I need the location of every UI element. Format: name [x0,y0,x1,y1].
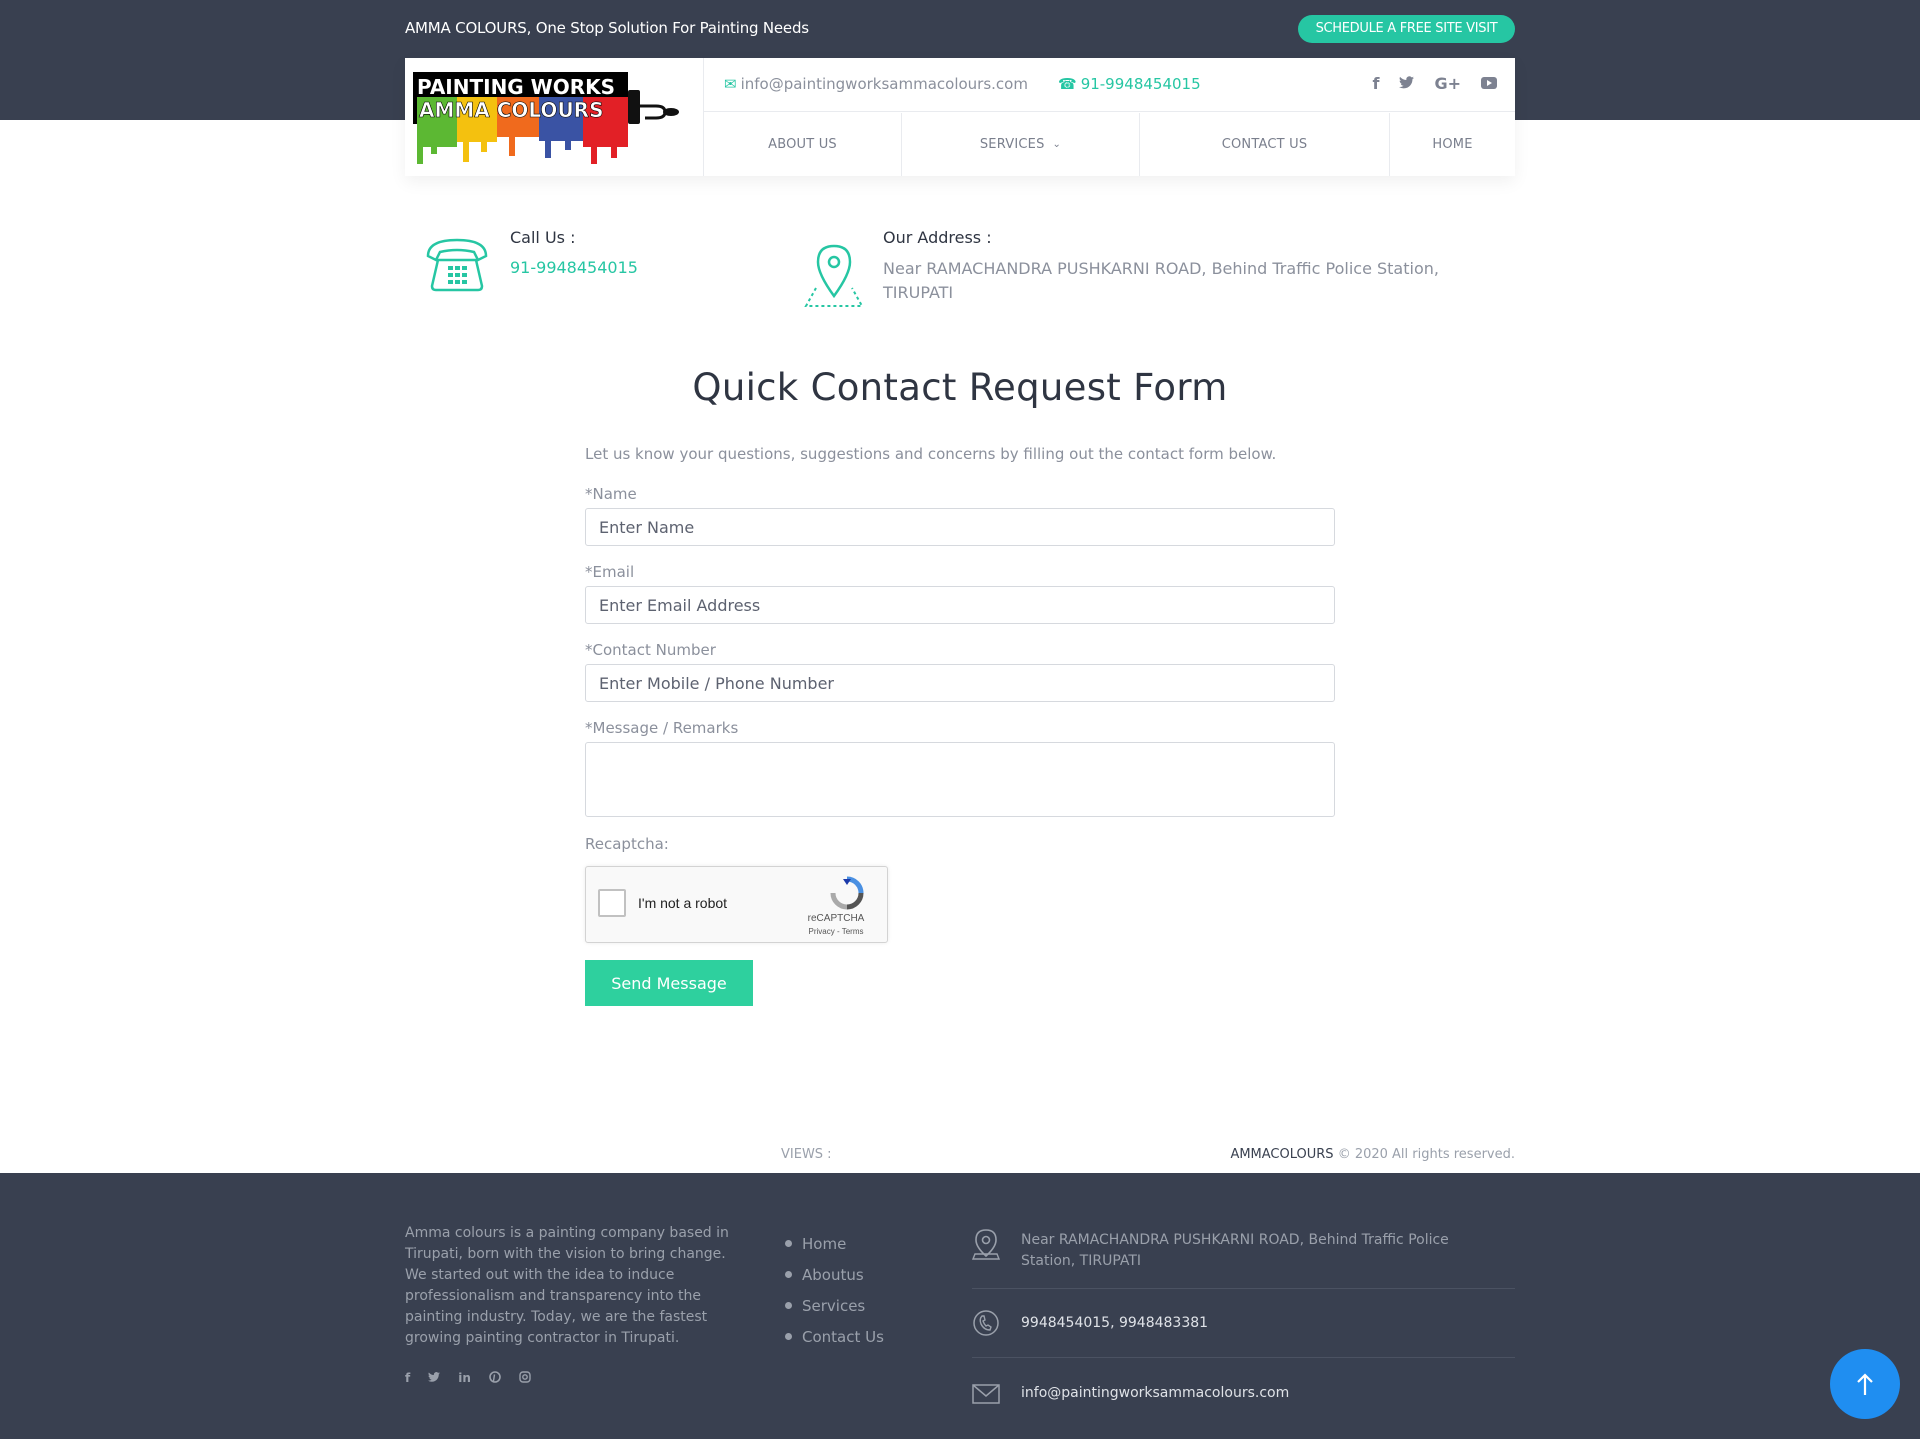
nav-services[interactable]: SERVICES ⌄ [902,113,1140,176]
nav-home-label: HOME [1432,137,1473,152]
top-tagline: AMMA COLOURS, One Stop Solution For Pain… [405,19,809,37]
site-header: PAINTING WORKS AMMA COLOURS ✉ info@painti… [405,58,1515,176]
site-logo[interactable]: PAINTING WORKS AMMA COLOURS [413,72,683,168]
main-nav: ABOUT US SERVICES ⌄ CONTACT US HOME [704,113,1515,176]
nav-services-label: SERVICES [979,137,1045,152]
email-input[interactable] [585,586,1335,624]
email-label: *Email [585,563,635,581]
nav-about-us[interactable]: ABOUT US [704,113,902,176]
contact-number-input[interactable] [585,664,1335,702]
bullet-icon [785,1271,792,1278]
recaptcha-brand: reCAPTCHA [807,913,865,924]
map-pin-icon [972,1229,1000,1260]
nav-contact-us-label: CONTACT US [1221,137,1308,152]
header-phone-text: 91-9948454015 [1080,75,1201,93]
facebook-icon[interactable]: f [1372,74,1379,93]
name-label: *Name [585,485,637,503]
footer-about-text: Amma colours is a painting company based… [405,1225,729,1346]
header-contact-row: ✉ info@paintingworksammacolours.com ☎ 91-9… [704,58,1515,112]
footer-link-label: Aboutus [802,1265,864,1284]
schedule-visit-button[interactable]: SCHEDULE A FREE SITE VISIT [1298,15,1515,43]
our-address-text: Near RAMACHANDRA PUSHKARNI ROAD, Behind … [883,259,1439,302]
footer-divider [972,1357,1515,1358]
google-plus-icon[interactable]: G+ [1434,74,1461,93]
youtube-icon[interactable] [1481,74,1497,93]
logo-text-line1: PAINTING WORKS [417,75,615,99]
bullet-icon [785,1333,792,1340]
name-input[interactable] [585,508,1335,546]
header-email-text: info@paintingworksammacolours.com [740,75,1028,93]
recaptcha-logo-icon [830,876,864,910]
footer-link-label: Contact Us [802,1327,884,1346]
message-label: *Message / Remarks [585,719,739,737]
pinterest-icon[interactable] [489,1371,501,1386]
header-email[interactable]: ✉ info@paintingworksammacolours.com [724,75,1028,93]
message-textarea[interactable] [585,742,1335,817]
twitter-icon[interactable] [428,1371,441,1386]
copyright-text: © 2020 All rights reserved. [1333,1147,1515,1162]
twitter-icon[interactable] [1399,74,1415,93]
envelope-icon [972,1384,1000,1404]
bullet-icon [785,1240,792,1247]
footer-address: Near RAMACHANDRA PUSHKARNI ROAD, Behind … [1021,1232,1449,1269]
copyright: AMMACOLOURS © 2020 All rights reserved. [1230,1147,1515,1162]
send-message-button[interactable]: Send Message [585,960,753,1006]
footer-link-label: Services [802,1296,866,1315]
footer-divider [972,1288,1515,1289]
footer-links: Home Aboutus Services Contact Us [785,1223,884,1357]
phone-icon [973,1310,999,1336]
map-pin-icon [804,244,864,307]
envelope-icon: ✉ [724,75,737,93]
nav-about-us-label: ABOUT US [768,137,837,152]
chevron-down-icon: ⌄ [1052,139,1062,150]
footer-link-contact-us[interactable]: Contact Us [785,1316,884,1357]
linkedin-icon[interactable]: in [458,1371,471,1386]
call-us-title: Call Us : [510,228,576,247]
our-address-title: Our Address : [883,228,992,247]
footer-social-icons: f in [405,1371,531,1386]
copyright-brand[interactable]: AMMACOLOURS [1230,1147,1333,1162]
footer-email[interactable]: info@paintingworksammacolours.com [1021,1383,1491,1404]
nav-home[interactable]: HOME [1390,113,1515,176]
recaptcha-text: I'm not a robot [638,895,728,911]
views-counter: VIEWS : [781,1147,832,1162]
logo-text-line2: AMMA COLOURS [419,98,603,122]
recaptcha-links[interactable]: Privacy - Terms [796,927,876,936]
bullet-icon [785,1302,792,1309]
arrow-up-icon [1857,1373,1873,1395]
recaptcha-widget: I'm not a robot reCAPTCHA Privacy - Term… [585,866,888,943]
recaptcha-checkbox[interactable] [598,889,626,917]
contact-number-label: *Contact Number [585,641,716,659]
header-social-icons: f G+ [1372,74,1497,93]
instagram-icon[interactable] [519,1371,531,1386]
call-us-number[interactable]: 91-9948454015 [510,258,638,277]
site-footer: Amma colours is a painting company based… [0,1173,1920,1439]
nav-contact-us[interactable]: CONTACT US [1140,113,1390,176]
form-intro: Let us know your questions, suggestions … [585,445,1277,463]
footer-link-label: Home [802,1234,847,1253]
scroll-to-top-button[interactable] [1830,1349,1900,1419]
telephone-icon [426,238,488,292]
recaptcha-label: Recaptcha: [585,835,669,853]
phone-icon: ☎ [1058,75,1077,93]
facebook-icon[interactable]: f [405,1371,410,1386]
header-phone[interactable]: ☎ 91-9948454015 [1058,75,1201,93]
footer-phones[interactable]: 9948454015, 9948483381 [1021,1313,1491,1334]
form-title: Quick Contact Request Form [692,366,1228,409]
